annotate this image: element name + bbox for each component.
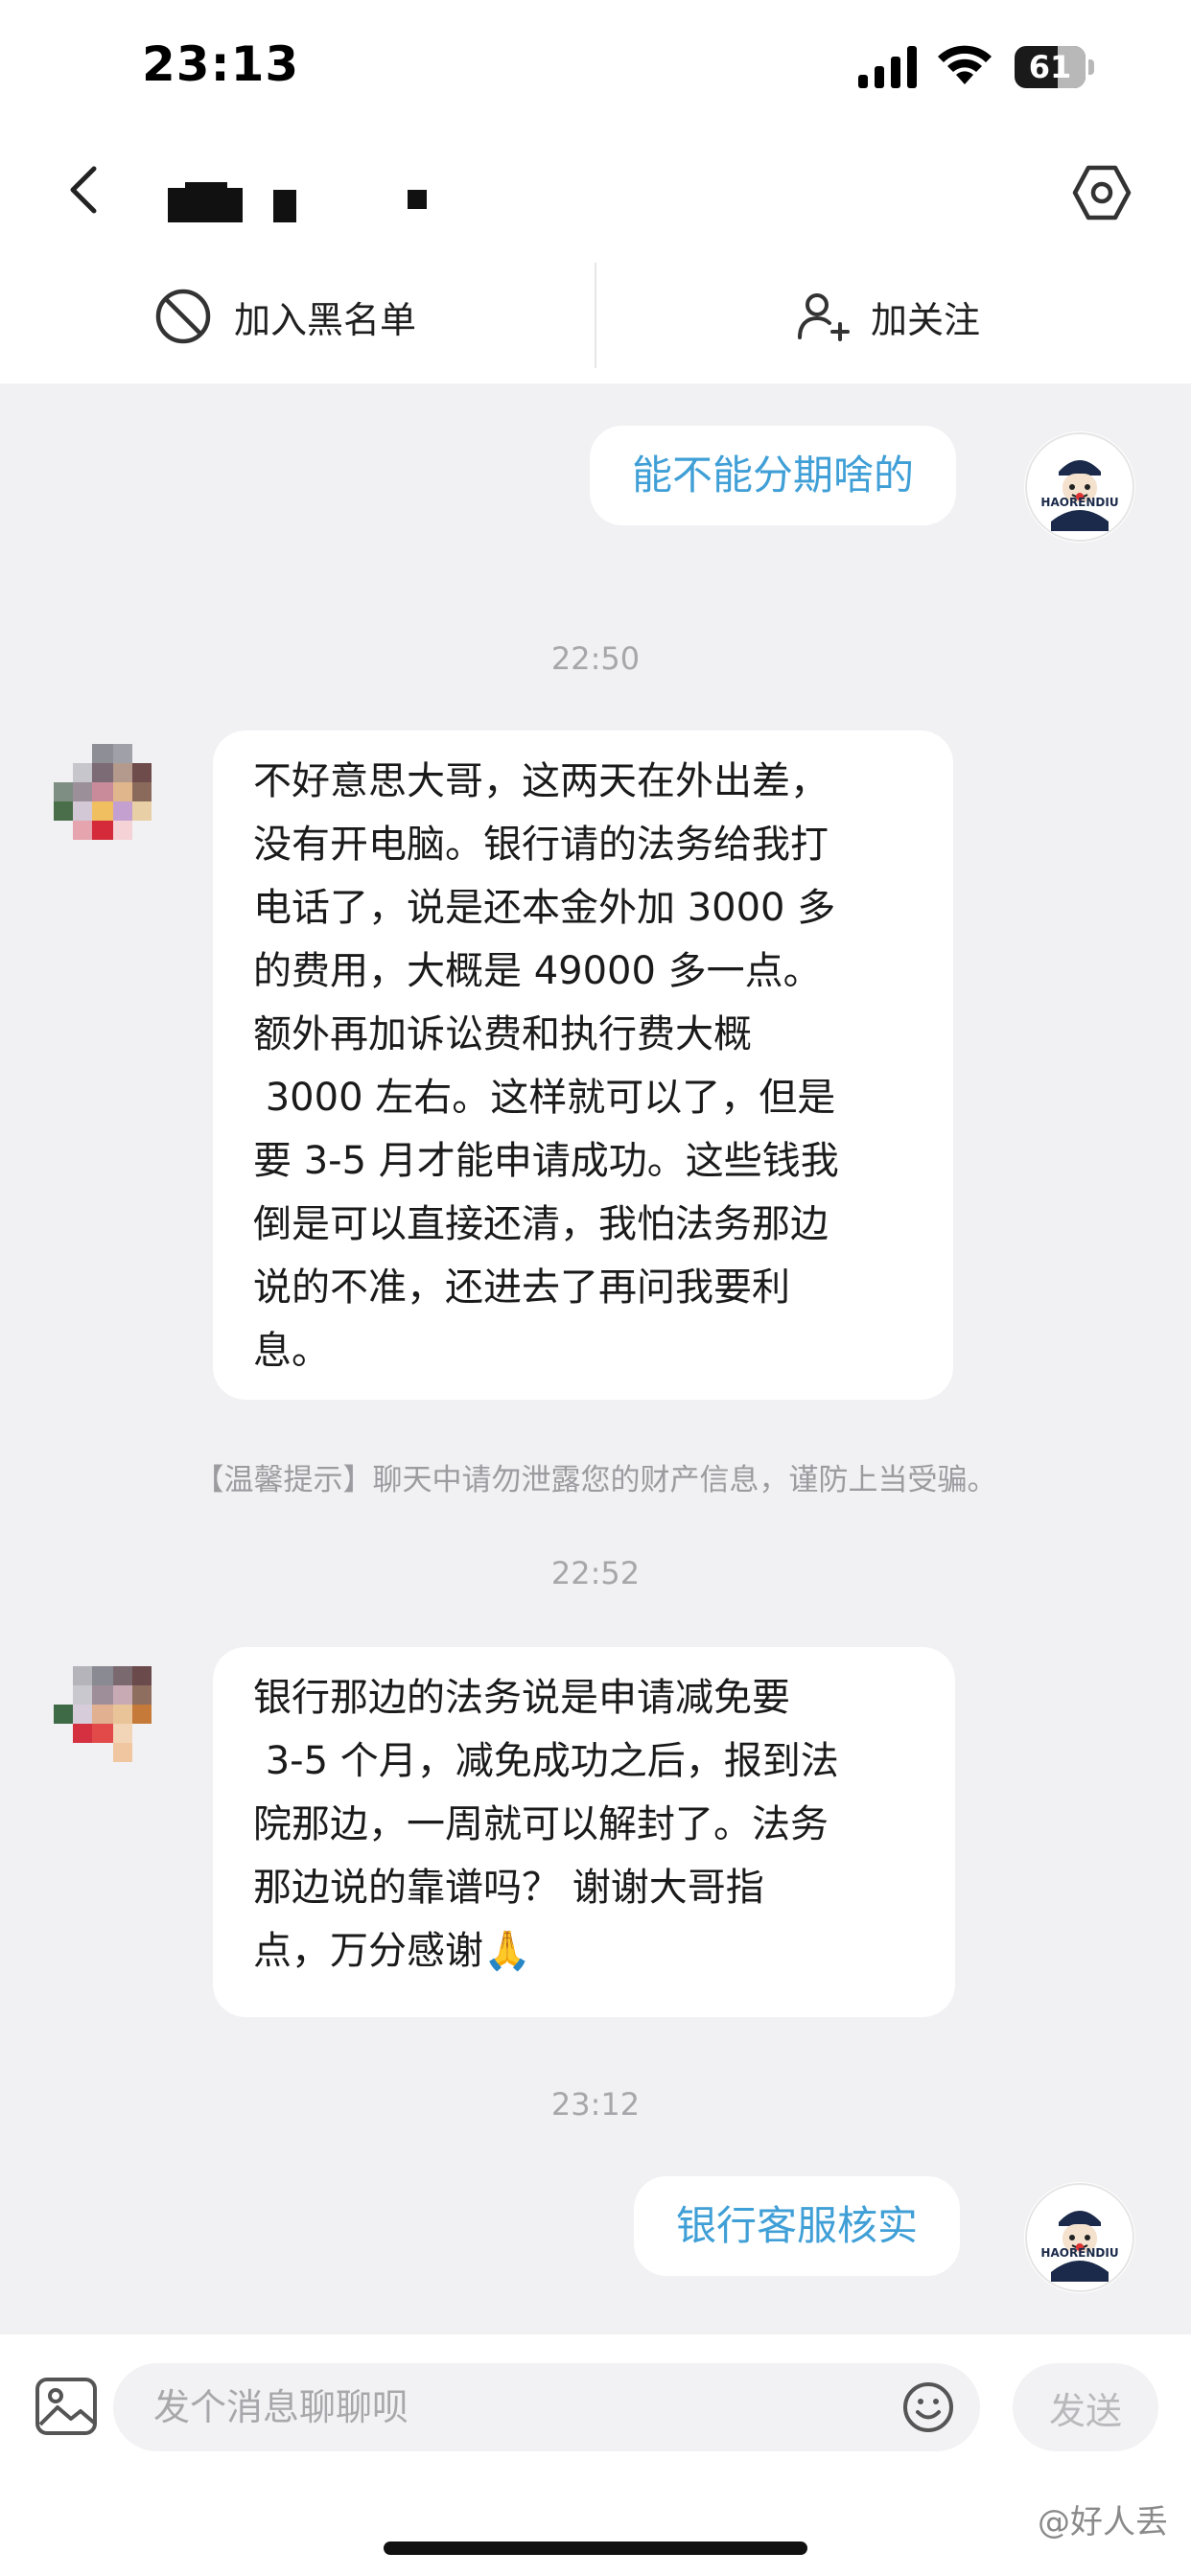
safety-notice: 【温馨提示】聊天中请勿泄露您的财产信息，谨防上当受骗。 — [194, 1463, 997, 1497]
action-divider — [595, 263, 596, 368]
avatar-illustration: HAORENDIU — [1025, 432, 1134, 542]
follow-label: 加关注 — [871, 298, 981, 341]
watermark: @好人丢 — [1038, 2503, 1168, 2541]
battery-level: 61 — [1028, 49, 1072, 85]
incoming-message-bubble[interactable]: 银行那边的法务说是申请减免要 3-5 个月，减免成功之后，报到法 院那边，一周就… — [213, 1647, 955, 2017]
nav-header — [0, 134, 1191, 249]
add-user-icon — [798, 293, 850, 341]
avatar-brand-text: HAORENDIU — [1040, 2246, 1118, 2260]
contact-avatar-pixelated[interactable] — [54, 1666, 169, 1781]
image-picker-icon[interactable] — [35, 2377, 98, 2436]
avatar-brand-text: HAORENDIU — [1040, 496, 1118, 509]
self-avatar[interactable]: HAORENDIU — [1024, 2182, 1135, 2293]
timestamp: 23:12 — [550, 2086, 641, 2123]
blacklist-label: 加入黑名单 — [234, 298, 417, 341]
send-button[interactable]: 发送 — [1013, 2363, 1158, 2451]
home-indicator[interactable] — [384, 2541, 807, 2555]
status-time: 23:13 — [142, 36, 300, 92]
blacklist-button[interactable]: 加入黑名单 — [153, 280, 416, 353]
battery-tip — [1088, 59, 1094, 75]
outgoing-message-bubble[interactable]: 能不能分期啥的 — [590, 426, 957, 525]
timestamp: 22:52 — [550, 1555, 641, 1591]
wifi-icon — [938, 45, 992, 84]
block-icon — [155, 289, 211, 344]
contact-avatar-pixelated[interactable] — [54, 744, 169, 859]
message-input[interactable] — [113, 2363, 980, 2451]
chevron-left-icon[interactable] — [58, 161, 115, 219]
timestamp: 22:50 — [550, 640, 641, 677]
chat-area[interactable]: 能不能分期啥的 HAORENDIU 22:50 不好意思大哥，这两天在外出差， … — [0, 383, 1191, 2334]
emoji-icon[interactable] — [901, 2380, 955, 2434]
home-area: @好人丢 — [0, 2478, 1191, 2576]
settings-hex-icon[interactable] — [1072, 163, 1132, 222]
battery-indicator: 61 — [1015, 46, 1095, 88]
follow-button[interactable]: 加关注 — [796, 280, 980, 353]
outgoing-message-bubble[interactable]: 银行客服核实 — [634, 2176, 961, 2276]
status-bar: 23:13 61 — [0, 0, 1191, 134]
incoming-message-bubble[interactable]: 不好意思大哥，这两天在外出差， 没有开电脑。银行请的法务给我打 电话了，说是还本… — [213, 731, 953, 1400]
input-bar: 发送 — [0, 2334, 1191, 2478]
redacted-contact-name — [168, 182, 436, 222]
cellular-signal-icon — [858, 46, 917, 88]
action-bar: 加入黑名单 加关注 — [0, 249, 1191, 383]
self-avatar[interactable]: HAORENDIU — [1024, 431, 1135, 543]
battery-body: 61 — [1015, 46, 1086, 88]
avatar-illustration: HAORENDIU — [1025, 2183, 1134, 2292]
